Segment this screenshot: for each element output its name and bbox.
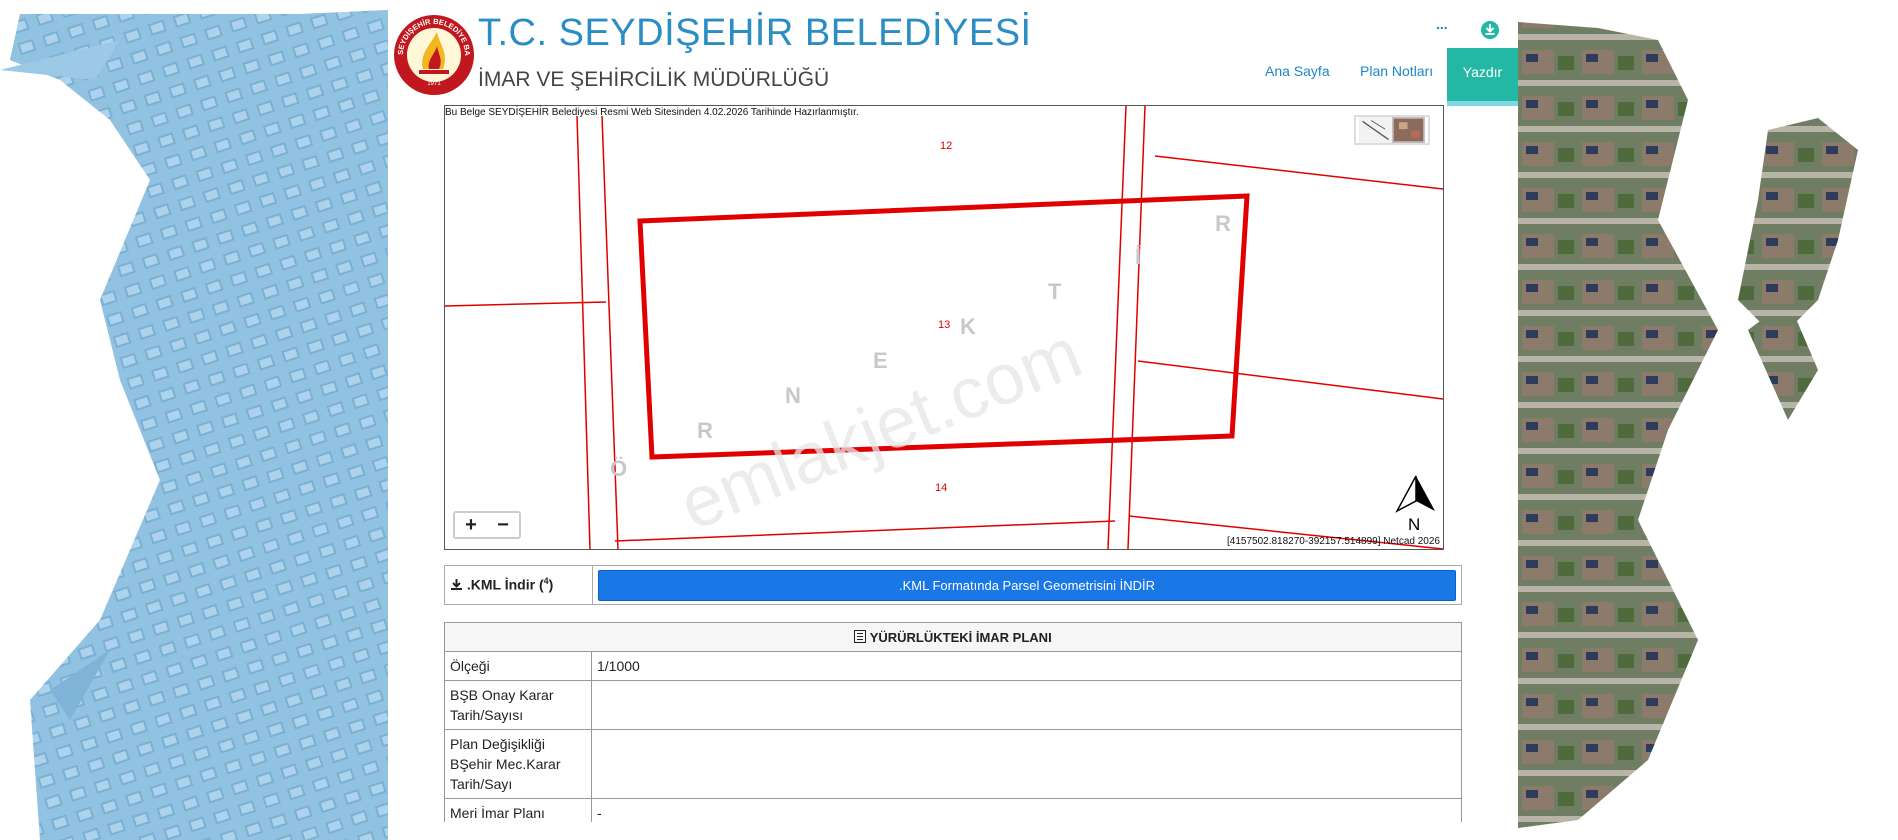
download-icon[interactable] (1480, 20, 1500, 40)
plan-table-title: YÜRÜRLÜKTEKİ İMAR PLANI (869, 629, 1052, 645)
table-row: Meri İmar Planı - (444, 798, 1462, 822)
site-title: T.C. SEYDİŞEHİR BELEDİYESİ (478, 12, 1032, 54)
nav-home-link[interactable]: Ana Sayfa (1265, 63, 1330, 79)
site-subtitle: İMAR VE ŞEHİRCİLİK MÜDÜRLÜĞÜ (478, 68, 830, 91)
row-key: Plan Değişikliği BŞehir Mec.Karar Tarih/… (444, 729, 592, 799)
watermark-letter: İ (1135, 244, 1141, 269)
logo-year: 1971 (427, 81, 441, 87)
watermark-letter: T (1048, 279, 1062, 304)
row-value: 1/1000 (591, 651, 1462, 681)
plan-table-header: YÜRÜRLÜKTEKİ İMAR PLANI (444, 622, 1462, 652)
kml-label-text: .KML İndir ( (466, 576, 544, 593)
watermark-letter: E (873, 348, 888, 373)
kml-download-button[interactable]: .KML Formatında Parsel Geometrisini İNDİ… (598, 570, 1456, 601)
row-key: Meri İmar Planı (444, 798, 592, 822)
basemap-toggle-thumbnail[interactable] (1354, 115, 1430, 145)
table-row: Plan Değişikliği BŞehir Mec.Karar Tarih/… (444, 729, 1462, 799)
north-label: N (1408, 515, 1420, 534)
row-value (591, 680, 1462, 730)
more-menu-button[interactable]: ... (1436, 16, 1448, 32)
parcel-map[interactable]: 12 13 14 Ö R N E K T İ R emlakjet.com N (444, 105, 1444, 550)
zoning-plan-table: YÜRÜRLÜKTEKİ İMAR PLANI Ölçeği 1/1000 BŞ… (444, 622, 1462, 822)
watermark-letter: N (785, 383, 801, 408)
table-row: BŞB Onay Karar Tarih/Sayısı (444, 680, 1462, 730)
zoom-control: + − (453, 511, 521, 539)
row-value: - (591, 798, 1462, 822)
row-key: BŞB Onay Karar Tarih/Sayısı (444, 680, 592, 730)
watermark-letter: R (697, 418, 713, 443)
decorative-aerial-photo (1518, 22, 1858, 828)
document-list-icon (854, 629, 867, 643)
watermark-letter: K (960, 314, 976, 339)
map-coordinates: [4157502.818270-392157.514899] Netcad 20… (1227, 536, 1440, 547)
parcel-label-13: 13 (938, 319, 950, 331)
kml-download-label: .KML İndir (4) (450, 576, 553, 593)
watermark-letter: R (1215, 211, 1231, 236)
table-row: Ölçeği 1/1000 (444, 651, 1462, 681)
zoom-in-button[interactable]: + (455, 513, 487, 537)
row-key: Ölçeği (444, 651, 592, 681)
kml-row-divider (592, 566, 593, 604)
kml-label-end: ) (548, 576, 554, 593)
zoom-out-button[interactable]: − (487, 513, 519, 537)
print-button[interactable]: Yazdır (1447, 48, 1518, 106)
parcel-map-drawing: 12 13 14 Ö R N E K T İ R emlakjet.com N (445, 106, 1443, 549)
download-icon (451, 578, 462, 590)
municipality-logo: SEYDİŞEHİR BELEDİYE BAŞKANLIĞI 1971 (393, 14, 474, 95)
row-value (591, 729, 1462, 799)
parcel-label-14: 14 (935, 482, 947, 494)
plan-table-container: YÜRÜRLÜKTEKİ İMAR PLANI Ölçeği 1/1000 BŞ… (444, 622, 1464, 822)
north-arrow-icon: N (1395, 475, 1435, 534)
decorative-city-map-image (0, 10, 388, 840)
map-document-note: Bu Belge SEYDİŞEHİR Belediyesi Resmi Web… (445, 107, 859, 118)
watermark-letter: Ö (610, 456, 627, 481)
parcel-label-12: 12 (940, 140, 952, 152)
nav-plan-notes-link[interactable]: Plan Notları (1360, 63, 1433, 79)
